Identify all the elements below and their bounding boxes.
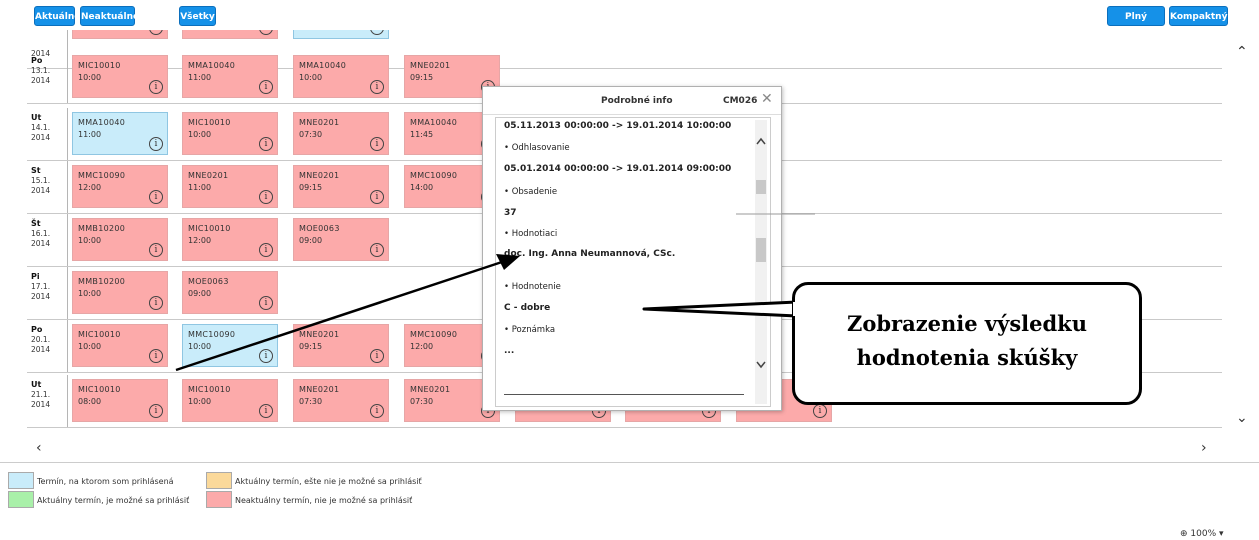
zoom-value: 100% bbox=[1190, 529, 1217, 539]
legend-swatch-noncurrent bbox=[206, 491, 232, 508]
callout-pointer-mask bbox=[793, 302, 801, 316]
legend-label-current-open: Aktuálny termín, je možné sa prihlásiť bbox=[37, 496, 190, 505]
legend-label-noncurrent: Neaktuálny termín, nie je možné sa prihl… bbox=[235, 496, 413, 505]
legend-swatch-registered bbox=[8, 472, 34, 489]
legend-swatch-current-open bbox=[8, 491, 34, 508]
legend-swatch-current-closed bbox=[206, 472, 232, 489]
zoom-level[interactable]: ⊕ 100% ▾ bbox=[1180, 529, 1224, 539]
legend-label-current-closed: Aktuálny termín, ešte nie je možné sa pr… bbox=[235, 477, 422, 486]
zoom-icon: ⊕ bbox=[1180, 529, 1188, 539]
legend-label-registered: Termín, na ktorom som prihlásená bbox=[37, 477, 174, 486]
